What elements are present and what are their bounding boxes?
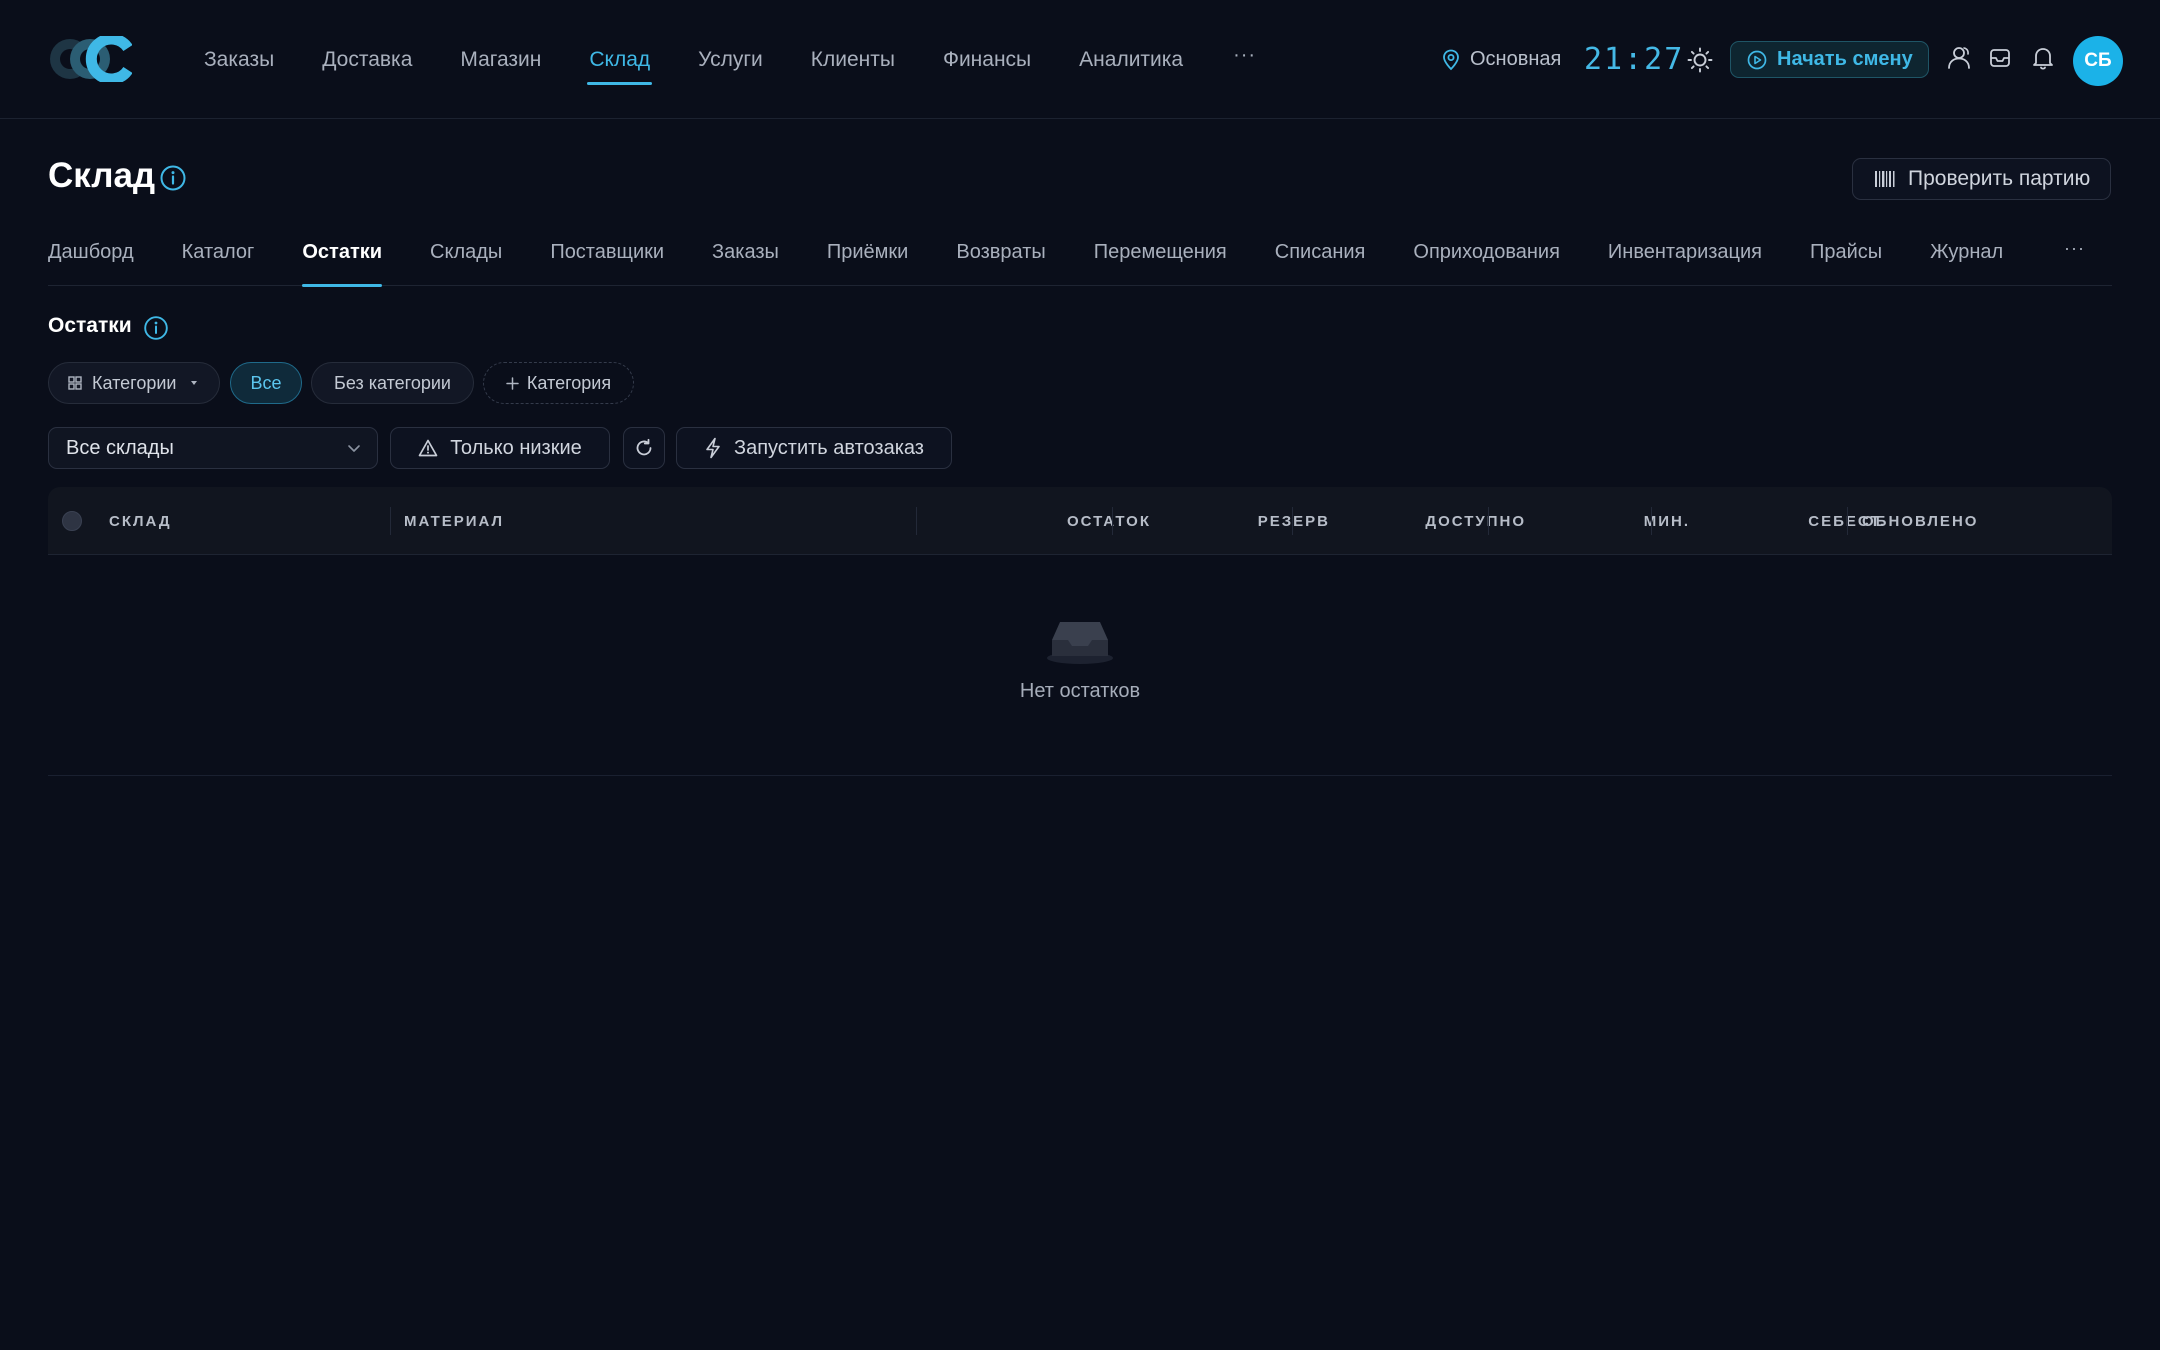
- add-category-button[interactable]: Категория: [483, 362, 634, 404]
- column-divider: [916, 507, 917, 535]
- user-avatar[interactable]: СБ: [2073, 36, 2123, 86]
- users-icon: [1948, 47, 1970, 69]
- main-nav: Заказы Доставка Магазин Склад Услуги Кли…: [204, 0, 1256, 119]
- nav-orders[interactable]: Заказы: [204, 0, 274, 119]
- add-category-label: Категория: [526, 372, 612, 393]
- caret-down-icon: [191, 381, 198, 385]
- warehouse-select-value: Все склады: [66, 436, 174, 459]
- categories-label: Категории: [92, 372, 177, 393]
- tab-writeoffs[interactable]: Списания: [1275, 228, 1366, 286]
- tab-receipts[interactable]: Приёмки: [827, 228, 908, 286]
- nav-more-button[interactable]: ···: [1233, 0, 1256, 119]
- grid-icon: [68, 376, 82, 390]
- barcode-icon: [1875, 171, 1895, 187]
- select-all-checkbox[interactable]: [62, 511, 82, 531]
- nav-clients[interactable]: Клиенты: [811, 0, 895, 119]
- tab-transfers[interactable]: Перемещения: [1094, 228, 1227, 286]
- clock: 21:27: [1584, 42, 1685, 77]
- plus-icon: [506, 376, 519, 390]
- column-divider: [1112, 507, 1113, 535]
- category-chip-uncategorized[interactable]: Без категории: [311, 362, 474, 404]
- only-low-button[interactable]: Только низкие: [390, 427, 610, 469]
- column-updated[interactable]: ОБНОВЛЕНО: [1862, 487, 1978, 555]
- location-selector[interactable]: Основная: [1442, 0, 1561, 119]
- nav-finance[interactable]: Финансы: [943, 0, 1031, 119]
- warning-icon: [418, 439, 438, 457]
- column-divider: [1651, 507, 1652, 535]
- nav-shop[interactable]: Магазин: [460, 0, 541, 119]
- column-material[interactable]: МАТЕРИАЛ: [404, 487, 504, 555]
- empty-state-text: Нет остатков: [1019, 680, 1141, 702]
- tab-stock[interactable]: Остатки: [302, 228, 382, 287]
- tab-returns[interactable]: Возвраты: [956, 228, 1045, 286]
- table-bottom-border: [48, 775, 2112, 776]
- tab-journal[interactable]: Журнал: [1930, 228, 2003, 286]
- tab-suppliers[interactable]: Поставщики: [550, 228, 664, 286]
- column-divider: [390, 507, 391, 535]
- info-icon[interactable]: [143, 315, 169, 341]
- warehouse-subtabs: Дашборд Каталог Остатки Склады Поставщик…: [48, 228, 2112, 287]
- inbox-button[interactable]: [1986, 44, 2014, 72]
- play-circle-icon: [1747, 50, 1767, 69]
- nav-delivery[interactable]: Доставка: [322, 0, 412, 119]
- notifications-button[interactable]: [2029, 44, 2057, 72]
- empty-inbox-icon: [1047, 622, 1113, 664]
- check-batch-button[interactable]: Проверить партию: [1852, 158, 2111, 200]
- column-cost[interactable]: СЕБЕСТ.: [1653, 487, 1886, 555]
- categories-dropdown[interactable]: Категории: [48, 362, 220, 404]
- check-batch-label: Проверить партию: [1908, 167, 2091, 190]
- location-label: Основная: [1470, 48, 1562, 70]
- column-divider: [1488, 507, 1489, 535]
- start-shift-button[interactable]: Начать смену: [1730, 41, 1929, 78]
- run-autoorder-button[interactable]: Запустить автозаказ: [676, 427, 952, 469]
- bell-icon: [2033, 48, 2053, 70]
- nav-warehouse[interactable]: Склад: [587, 0, 652, 119]
- page-title: Склад: [48, 156, 156, 195]
- tab-warehouses[interactable]: Склады: [430, 228, 502, 286]
- section-title: Остатки: [48, 314, 132, 337]
- run-autoorder-label: Запустить автозаказ: [734, 436, 924, 459]
- tab-inventory[interactable]: Инвентаризация: [1608, 228, 1762, 286]
- only-low-label: Только низкие: [450, 436, 582, 459]
- theme-toggle[interactable]: [1686, 0, 1714, 119]
- start-shift-label: Начать смену: [1777, 48, 1913, 70]
- app-logo[interactable]: [48, 36, 132, 82]
- info-icon[interactable]: [159, 164, 187, 192]
- inbox-icon: [1990, 49, 2010, 67]
- refresh-button[interactable]: [623, 427, 665, 469]
- lightning-icon: [706, 437, 720, 459]
- subtabs-more-button[interactable]: ···: [2064, 238, 2085, 259]
- column-divider: [1292, 507, 1293, 535]
- map-pin-icon: [1443, 49, 1459, 70]
- column-divider: [1847, 507, 1848, 535]
- warehouse-select[interactable]: Все склады: [48, 427, 378, 469]
- nav-services[interactable]: Услуги: [698, 0, 763, 119]
- tab-orders[interactable]: Заказы: [712, 228, 779, 286]
- category-chip-all[interactable]: Все: [230, 362, 302, 404]
- table-header: СКЛАД МАТЕРИАЛ ОСТАТОК РЕЗЕРВ ДОСТУПНО М…: [48, 487, 2112, 555]
- tab-postings[interactable]: Оприходования: [1413, 228, 1560, 286]
- tab-pricelists[interactable]: Прайсы: [1810, 228, 1882, 286]
- refresh-icon: [636, 438, 652, 456]
- nav-analytics[interactable]: Аналитика: [1079, 0, 1183, 119]
- tab-dashboard[interactable]: Дашборд: [48, 228, 134, 286]
- chevron-down-icon: [348, 445, 360, 452]
- column-warehouse[interactable]: СКЛАД: [109, 487, 172, 555]
- sun-icon: [1687, 47, 1713, 72]
- users-button[interactable]: [1945, 44, 1973, 72]
- top-bar: Заказы Доставка Магазин Склад Услуги Кли…: [0, 0, 2160, 119]
- tab-catalog[interactable]: Каталог: [182, 228, 255, 286]
